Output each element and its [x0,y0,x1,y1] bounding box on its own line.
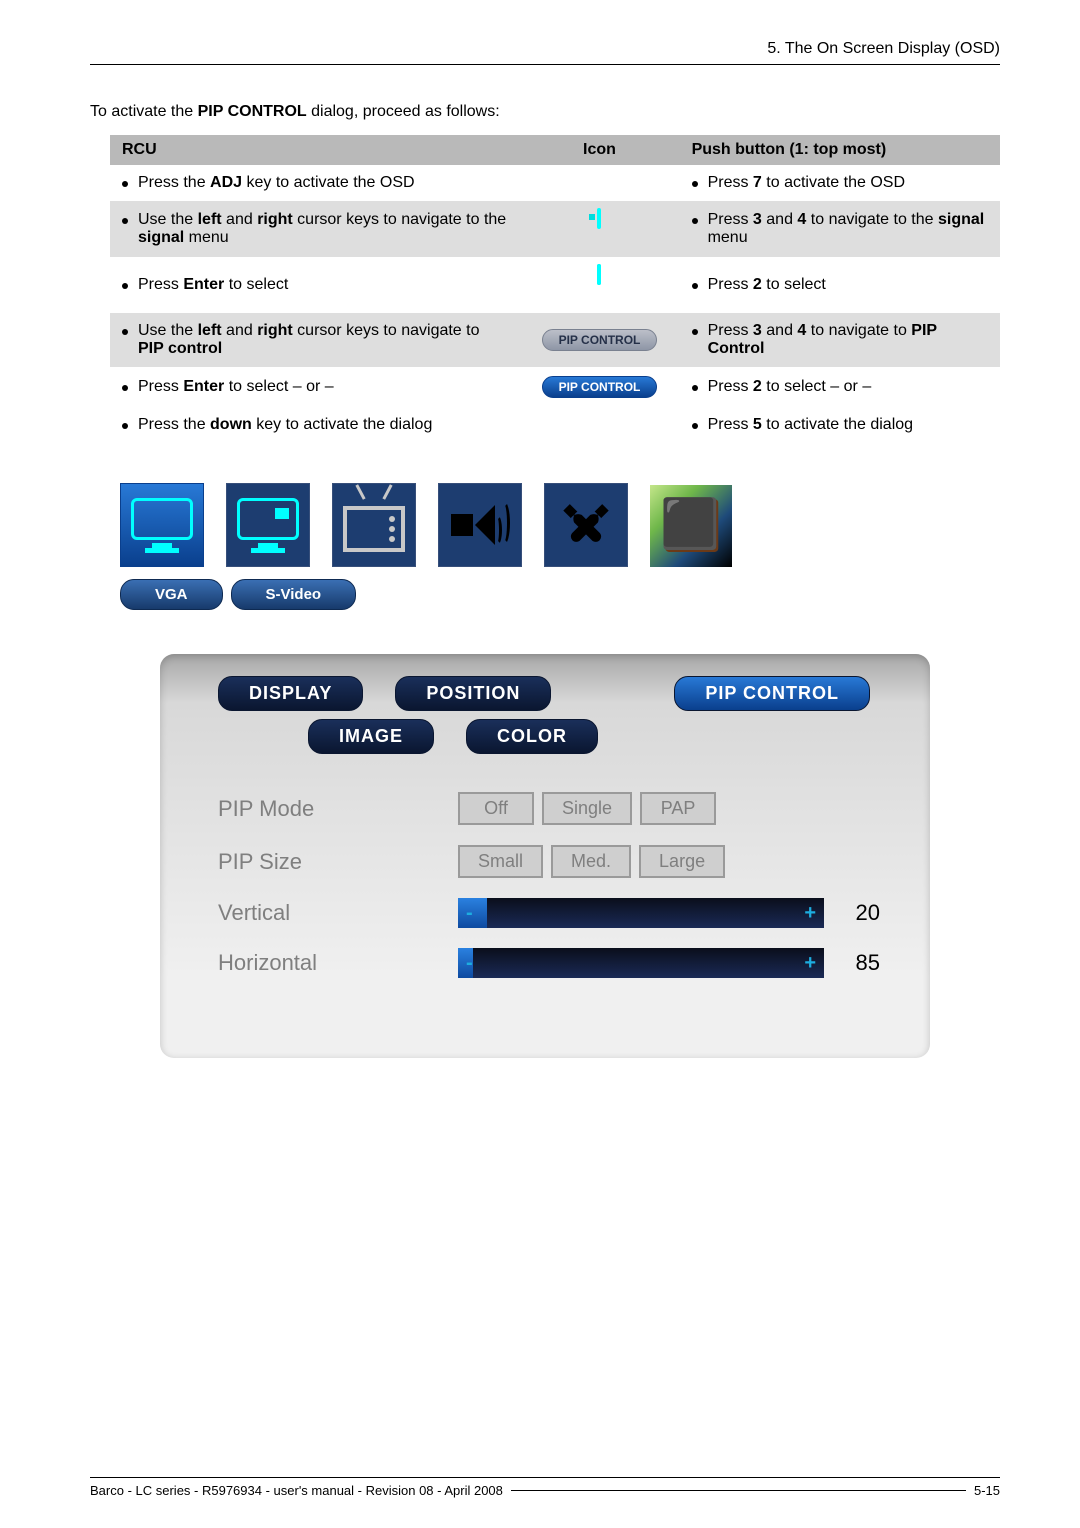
tab-position[interactable]: POSITION [395,676,551,711]
label-horizontal: Horizontal [218,950,458,976]
tab-image[interactable]: IMAGE [308,719,434,754]
opt-mode-pap[interactable]: PAP [640,792,716,825]
opt-size-small[interactable]: Small [458,845,543,878]
slider-vertical[interactable]: - + [458,898,824,928]
footer-left: Barco - LC series - R5976934 - user's ma… [90,1483,503,1498]
opt-mode-single[interactable]: Single [542,792,632,825]
signal-tile[interactable] [226,483,310,567]
sound-tile[interactable] [438,483,522,567]
header-breadcrumb: 5. The On Screen Display (OSD) [90,40,1000,65]
row-pip-mode: PIP Mode Off Single PAP [218,792,880,825]
table-row: Press Enter to select Press 2 to select [110,257,1000,313]
monitor-large-icon [131,498,193,553]
source-tabs: VGA S-Video [120,579,1000,610]
puzzle-tile[interactable]: ⬛ [650,485,732,567]
opt-size-large[interactable]: Large [639,845,725,878]
tab-pip-control[interactable]: PIP CONTROL [674,676,870,711]
plus-icon: + [804,902,816,925]
row-vertical: Vertical - + 20 [218,898,880,928]
row-pip-size: PIP Size Small Med. Large [218,845,880,878]
opt-mode-off[interactable]: Off [458,792,534,825]
th-push: Push button (1: top most) [680,135,1000,165]
value-horizontal: 85 [840,950,880,976]
table-row: Use the left and right cursor keys to na… [110,313,1000,367]
minus-icon: - [466,902,473,925]
label-vertical: Vertical [218,900,458,926]
tab-color[interactable]: COLOR [466,719,598,754]
th-rcu: RCU [110,135,519,165]
pip-control-tab-icon: PIP CONTROL [542,329,658,351]
display-tile[interactable] [120,483,204,567]
table-row: Use the left and right cursor keys to na… [110,201,1000,257]
label-pip-size: PIP Size [218,849,458,875]
label-pip-mode: PIP Mode [218,796,458,822]
minus-icon: - [466,952,473,975]
source-tab-svideo[interactable]: S-Video [231,579,357,610]
monitor-sub-icon [577,210,621,248]
footer-page-number: 5-15 [974,1483,1000,1498]
source-tab-vga[interactable]: VGA [120,579,223,610]
monitor-sub-large-icon [237,498,299,553]
slider-horizontal[interactable]: - + [458,948,824,978]
pip-control-tab-active-icon: PIP CONTROL [542,376,658,398]
puzzle-icon: ⬛ [650,485,732,567]
table-row: Press Enter to select – or – PIP CONTROL… [110,367,1000,407]
th-icon: Icon [519,135,679,165]
procedure-table: RCU Icon Push button (1: top most) Press… [110,135,1000,443]
plus-icon: + [804,952,816,975]
pip-control-panel: DISPLAY POSITION PIP CONTROL IMAGE COLOR… [160,654,930,1058]
osd-icon-strip: ⬛ [120,483,1000,567]
speaker-icon [451,501,510,550]
table-row: Press the ADJ key to activate the OSD Pr… [110,165,1000,201]
monitor-icon [577,266,621,304]
value-vertical: 20 [840,900,880,926]
tv-icon [343,498,405,552]
table-row: Press the down key to activate the dialo… [110,407,1000,443]
page-footer: Barco - LC series - R5976934 - user's ma… [90,1477,1000,1498]
tab-display[interactable]: DISPLAY [218,676,363,711]
row-horizontal: Horizontal - + 85 [218,948,880,978]
intro-text: To activate the PIP CONTROL dialog, proc… [90,103,1000,121]
wrench-cross-icon [559,496,613,555]
opt-size-med[interactable]: Med. [551,845,631,878]
tv-tile[interactable] [332,483,416,567]
settings-tile[interactable] [544,483,628,567]
